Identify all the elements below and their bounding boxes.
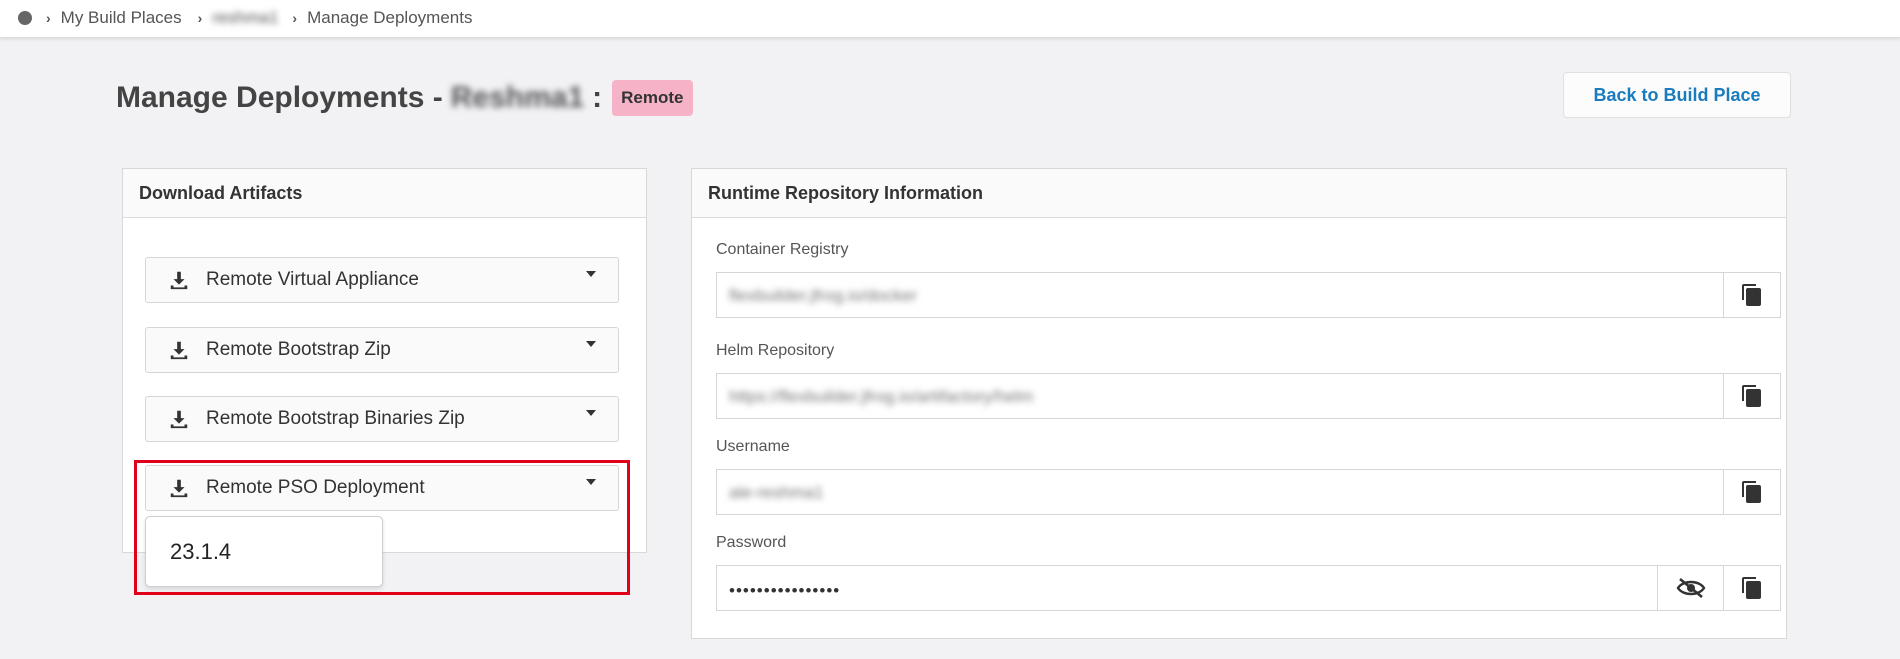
build-place-name: Reshma1 <box>450 81 585 114</box>
runtime-repository-card: Runtime Repository Information Container… <box>691 168 1787 639</box>
copy-icon <box>1742 577 1761 599</box>
remote-virtual-appliance-dropdown[interactable]: Remote Virtual Appliance <box>145 257 619 303</box>
download-icon <box>170 271 188 290</box>
top-bar: › My Build Places › reshma1 › Manage Dep… <box>0 0 1900 38</box>
password-field[interactable]: •••••••••••••••• <box>716 565 1781 611</box>
runtime-repository-title: Runtime Repository Information <box>692 169 1786 218</box>
back-to-build-place-button[interactable]: Back to Build Place <box>1563 72 1791 118</box>
breadcrumb-my-build-places[interactable]: My Build Places <box>61 8 182 28</box>
page-title: Manage Deployments - Reshma1 : Remote <box>116 80 693 116</box>
copy-button[interactable] <box>1723 273 1780 317</box>
copy-icon <box>1742 284 1761 306</box>
page-title-text: Manage Deployments - <box>116 81 443 114</box>
copy-icon <box>1742 481 1761 503</box>
dropdown-label: Remote Virtual Appliance <box>206 269 419 290</box>
dropdown-label: Remote Bootstrap Zip <box>206 339 391 360</box>
remote-bootstrap-binaries-zip-dropdown[interactable]: Remote Bootstrap Binaries Zip <box>145 396 619 442</box>
container-registry-label: Container Registry <box>716 241 849 258</box>
status-badge: Remote <box>612 80 693 116</box>
eye-slash-icon <box>1676 577 1706 599</box>
download-icon <box>170 410 188 429</box>
dropdown-label: Remote Bootstrap Binaries Zip <box>206 408 465 429</box>
download-icon <box>170 341 188 360</box>
container-registry-value: flexbuilder.jfrog.io/docker <box>729 286 918 305</box>
username-label: Username <box>716 438 790 455</box>
chevron-right-icon: › <box>46 10 51 26</box>
caret-down-icon <box>586 410 596 416</box>
copy-icon <box>1742 385 1761 407</box>
copy-button[interactable] <box>1723 566 1780 610</box>
highlight-box <box>134 460 630 595</box>
breadcrumb: › My Build Places › reshma1 › Manage Dep… <box>18 0 472 36</box>
chevron-right-icon: › <box>292 10 298 26</box>
password-value: •••••••••••••••• <box>729 581 841 600</box>
copy-button[interactable] <box>1723 374 1780 418</box>
container-registry-field[interactable]: flexbuilder.jfrog.io/docker <box>716 272 1781 318</box>
title-separator: : <box>592 81 603 114</box>
username-field[interactable]: ale-reshma1 <box>716 469 1781 515</box>
caret-down-icon <box>586 341 596 347</box>
helm-repository-value: https://flexbuilder.jfrog.io/artifactory… <box>729 387 1034 406</box>
remote-bootstrap-zip-dropdown[interactable]: Remote Bootstrap Zip <box>145 327 619 373</box>
breadcrumb-build-place[interactable]: reshma1 <box>212 8 278 28</box>
helm-repository-label: Helm Repository <box>716 342 835 359</box>
caret-down-icon <box>586 271 596 277</box>
toggle-password-visibility-button[interactable] <box>1657 566 1724 610</box>
chevron-right-icon: › <box>197 10 203 26</box>
home-icon[interactable] <box>18 11 32 25</box>
username-value: ale-reshma1 <box>729 483 824 502</box>
password-label: Password <box>716 534 787 551</box>
breadcrumb-current: Manage Deployments <box>307 8 473 27</box>
helm-repository-field[interactable]: https://flexbuilder.jfrog.io/artifactory… <box>716 373 1781 419</box>
download-artifacts-title: Download Artifacts <box>123 169 646 218</box>
copy-button[interactable] <box>1723 470 1780 514</box>
